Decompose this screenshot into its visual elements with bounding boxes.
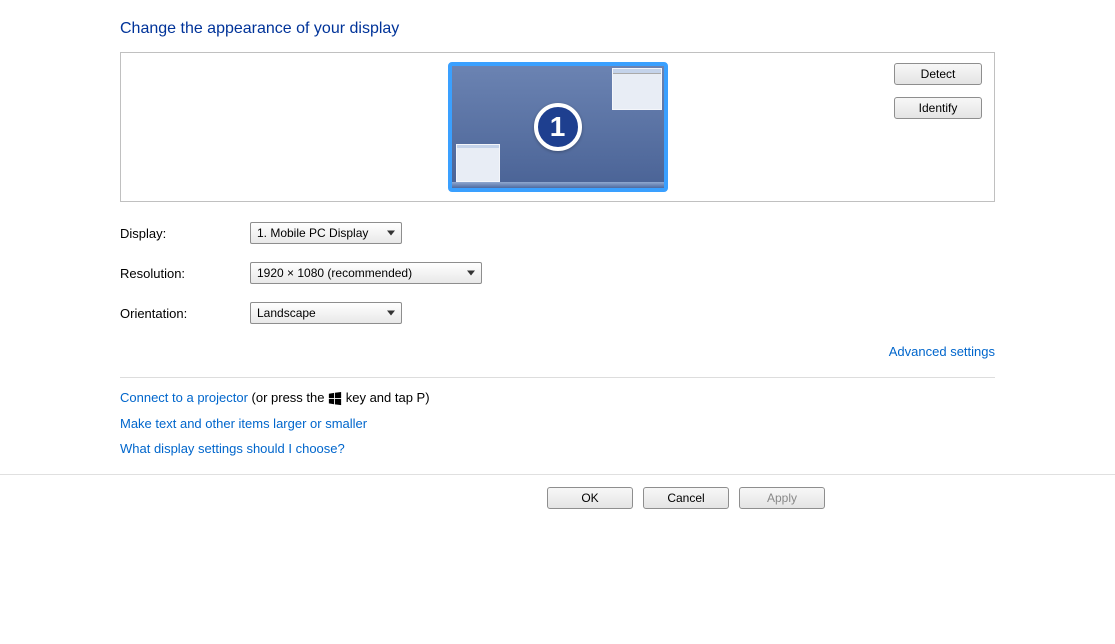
identify-button[interactable]: Identify [894, 97, 982, 119]
cancel-button[interactable]: Cancel [643, 487, 729, 509]
ok-button[interactable]: OK [547, 487, 633, 509]
display-dropdown[interactable]: 1. Mobile PC Display [250, 222, 402, 244]
text-size-link[interactable]: Make text and other items larger or smal… [120, 416, 367, 431]
projector-hint-pre: (or press the [248, 390, 328, 405]
page-title: Change the appearance of your display [120, 20, 995, 38]
resolution-dropdown[interactable]: 1920 × 1080 (recommended) [250, 262, 482, 284]
display-label: Display: [120, 226, 250, 241]
apply-button[interactable]: Apply [739, 487, 825, 509]
taskbar-icon [452, 182, 664, 188]
advanced-settings-link[interactable]: Advanced settings [889, 344, 995, 359]
divider [120, 377, 995, 378]
monitor-preview[interactable]: 1 [448, 62, 668, 192]
resolution-label: Resolution: [120, 266, 250, 281]
display-value: 1. Mobile PC Display [257, 226, 368, 240]
mini-window-icon [456, 144, 500, 182]
projector-hint-post: key and tap P) [342, 390, 429, 405]
resolution-value: 1920 × 1080 (recommended) [257, 266, 412, 280]
chevron-down-icon [387, 231, 395, 236]
mini-window-icon [612, 68, 662, 110]
display-preview-area: 1 Detect Identify [120, 52, 995, 202]
chevron-down-icon [387, 311, 395, 316]
monitor-number-badge: 1 [534, 103, 582, 151]
orientation-label: Orientation: [120, 306, 250, 321]
help-link[interactable]: What display settings should I choose? [120, 441, 345, 456]
chevron-down-icon [467, 271, 475, 276]
orientation-value: Landscape [257, 306, 316, 320]
orientation-dropdown[interactable]: Landscape [250, 302, 402, 324]
connect-projector-link[interactable]: Connect to a projector [120, 390, 248, 405]
windows-key-icon [328, 392, 342, 406]
detect-button[interactable]: Detect [894, 63, 982, 85]
